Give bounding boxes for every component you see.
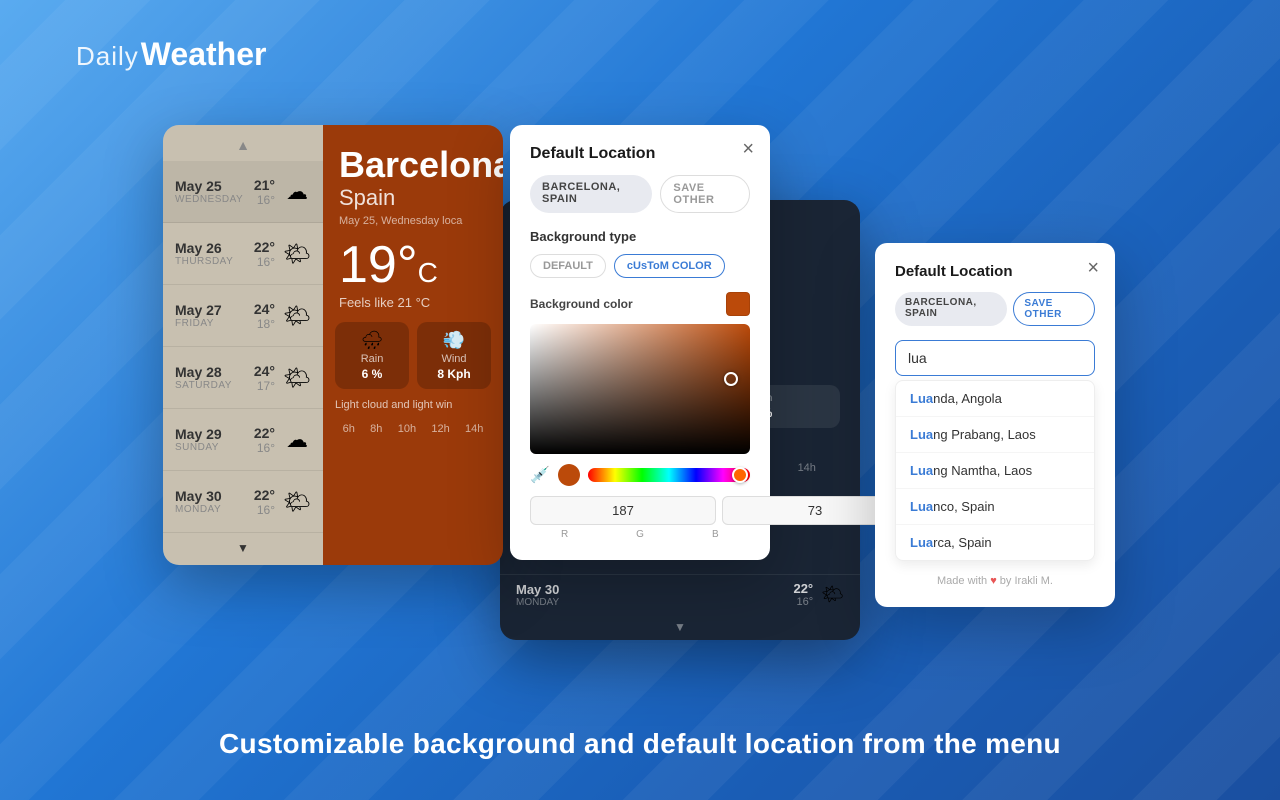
scroll-up-arrow[interactable]: ▲	[163, 125, 323, 161]
location-modal-close-button[interactable]: ×	[1087, 257, 1099, 280]
bg-type-label: Background type	[530, 229, 750, 244]
date-row-4[interactable]: May 28 SATURDAY 24° 17° 🌤	[163, 347, 323, 409]
bg-color-label: Background color	[530, 297, 633, 311]
color-gradient-cursor	[724, 372, 738, 386]
dropdown-item-3[interactable]: Luang Namtha, Laos	[896, 453, 1094, 489]
weather-widget-left: ▲ May 25 WEDNESDAY 21° 16° ☁ May 26 THUR…	[163, 125, 503, 565]
location-tabs2: BARCELONA, SPAIN SAVE OTHER	[895, 292, 1095, 326]
dropdown-item-2[interactable]: Luang Prabang, Laos	[896, 417, 1094, 453]
search-wrapper	[895, 340, 1095, 376]
location-tab2-barcelona[interactable]: BARCELONA, SPAIN	[895, 292, 1007, 326]
rgb-g-label: G	[605, 529, 674, 540]
dark-date-row-1[interactable]: May 30 MONDAY 22° 16° 🌤	[500, 574, 860, 614]
location-search-input[interactable]	[895, 340, 1095, 376]
weather-icon-1: ☁	[283, 179, 311, 205]
city-name: Barcelona	[339, 145, 487, 185]
bg-tab-default[interactable]: DEFAULT	[530, 254, 606, 278]
tagline: Customizable background and default loca…	[0, 728, 1280, 760]
logo-weather: Weather	[141, 36, 267, 73]
weather-icon-5: ☁	[283, 427, 311, 453]
location-tab2-save-other[interactable]: SAVE OTHER	[1013, 292, 1095, 326]
rgb-r-label: R	[530, 529, 599, 540]
bg-type-tabs: DEFAULT cUsToM COLOR	[530, 254, 750, 278]
date-row-1[interactable]: May 25 WEDNESDAY 21° 16° ☁	[163, 161, 323, 223]
eyedropper-icon[interactable]: 💉	[530, 465, 550, 485]
color-gradient-picker[interactable]	[530, 324, 750, 454]
dark-scroll-down[interactable]: ▼	[500, 614, 860, 640]
rgb-inputs	[530, 496, 750, 525]
date-row-5[interactable]: May 29 SUNDAY 22° 16° ☁	[163, 409, 323, 471]
location-tabs-color: BARCELONA, SPAIN SAVE OTHER	[530, 175, 750, 213]
weather-description: Light cloud and light win	[323, 399, 503, 411]
color-picker-modal: × Default Location BARCELONA, SPAIN SAVE…	[510, 125, 770, 560]
location-modal-title: Default Location	[895, 263, 1095, 280]
widget-right-panel: Barcelona Spain May 25, Wednesday loca 1…	[323, 125, 503, 565]
rain-card: 🌧 Rain 6 %	[335, 322, 409, 389]
country-name: Spain	[339, 185, 487, 211]
time-row: 6h 8h 10h 12h 14h	[323, 419, 503, 439]
location-tab-barcelona[interactable]: BARCELONA, SPAIN	[530, 175, 652, 213]
dropdown-item-4[interactable]: Luanco, Spain	[896, 489, 1094, 525]
hue-row: 💉	[530, 464, 750, 486]
hue-slider[interactable]	[588, 468, 750, 482]
weather-icon-3: 🌤	[283, 303, 311, 329]
hue-slider-thumb	[732, 467, 748, 483]
rgb-b-label: B	[681, 529, 750, 540]
bg-tab-custom[interactable]: cUsToM COLOR	[614, 254, 725, 278]
weather-icon-2: 🌤	[283, 241, 311, 267]
dropdown-item-1[interactable]: Luanda, Angola	[896, 381, 1094, 417]
date-display: May 25, Wednesday loca	[339, 215, 487, 227]
color-picker-title: Default Location	[530, 145, 750, 163]
logo-daily: Daily	[76, 41, 139, 72]
feels-like: Feels like 21 °C	[339, 295, 487, 310]
date-row-3[interactable]: May 27 FRIDAY 24° 18° 🌤	[163, 285, 323, 347]
widget-left-panel: ▲ May 25 WEDNESDAY 21° 16° ☁ May 26 THUR…	[163, 125, 323, 565]
date-row-2[interactable]: May 26 THURSDAY 22° 16° 🌤	[163, 223, 323, 285]
location-modal: × Default Location BARCELONA, SPAIN SAVE…	[875, 243, 1115, 607]
modal-footer: Made with ♥ by Irakli M.	[895, 575, 1095, 587]
location-dropdown: Luanda, Angola Luang Prabang, Laos Luang…	[895, 380, 1095, 561]
date-row-6[interactable]: May 30 MONDAY 22° 16° 🌤	[163, 471, 323, 533]
weather-icon-6: 🌤	[283, 489, 311, 515]
color-swatch[interactable]	[726, 292, 750, 316]
weather-icon-4: 🌤	[283, 365, 311, 391]
weather-cards: 🌧 Rain 6 % 💨 Wind 8 Kph	[323, 322, 503, 389]
footer-heart: ♥	[990, 575, 997, 587]
rgb-r-input[interactable]	[530, 496, 716, 525]
color-preview-circle	[558, 464, 580, 486]
wind-card: 💨 Wind 8 Kph	[417, 322, 491, 389]
color-picker-close-button[interactable]: ×	[742, 139, 754, 159]
app-logo: Daily Weather	[76, 36, 266, 73]
location-tab-save-other[interactable]: SAVE OTHER	[660, 175, 750, 213]
scroll-down-arrow[interactable]: ▼	[163, 533, 323, 563]
dropdown-item-5[interactable]: Luarca, Spain	[896, 525, 1094, 560]
current-temp: 19°C	[339, 235, 487, 295]
